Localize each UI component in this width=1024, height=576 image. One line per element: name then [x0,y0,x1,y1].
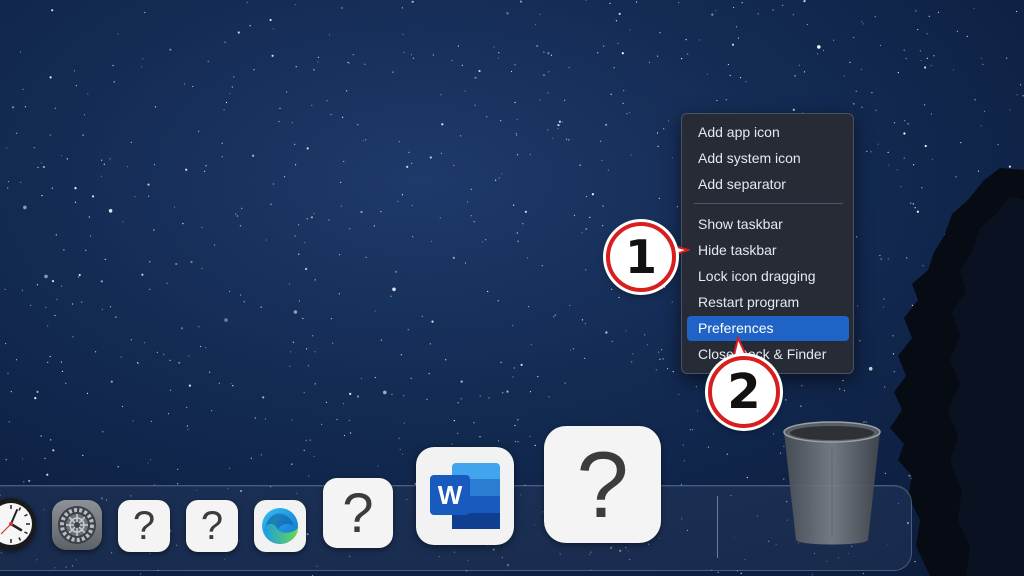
menu-item-hide-taskbar[interactable]: Hide taskbar [687,238,849,263]
menu-item-lock-icon-dragging[interactable]: Lock icon dragging [687,264,849,289]
menu-item-close-dock-finder[interactable]: Close Dock & Finder [687,342,849,367]
edge-logo-icon [262,508,298,544]
step-number-2: 2 [727,364,761,420]
menu-item-add-system-icon[interactable]: Add system icon [687,146,849,171]
unknown-app-icon[interactable]: ? [186,500,238,552]
unknown-app-icon[interactable]: ? [118,500,170,552]
step-number-1: 1 [624,230,657,284]
trash-can-graphic [783,421,881,545]
menu-item-preferences[interactable]: Preferences [687,316,849,341]
system-preferences-icon[interactable] [52,500,102,550]
context-menu: Add app icon Add system icon Add separat… [681,113,854,374]
menu-item-add-separator[interactable]: Add separator [687,172,849,197]
question-mark-icon: ? [342,481,374,544]
unknown-app-icon[interactable]: ? [544,426,661,543]
menu-separator [694,203,843,204]
clock-app-icon[interactable] [0,498,36,550]
menu-item-add-app-icon[interactable]: Add app icon [687,120,849,145]
desktop: ? ? ? W ? Add app icon Add system icon A… [0,0,1024,576]
microsoft-word-icon[interactable]: W [416,447,514,545]
gear-icon [58,506,96,544]
question-mark-icon: ? [132,504,156,548]
menu-item-restart-program[interactable]: Restart program [687,290,849,315]
unknown-app-icon[interactable]: ? [323,478,393,548]
clock-face-icon [0,503,32,545]
question-mark-icon: ? [200,504,224,548]
step-callout-1: 1 [606,222,676,292]
dock-separator [717,496,718,558]
trash-icon[interactable] [776,416,888,552]
menu-item-show-taskbar[interactable]: Show taskbar [687,212,849,237]
word-letter: W [437,480,463,510]
question-mark-icon: ? [576,431,629,537]
step-callout-2: 2 [708,356,780,428]
microsoft-edge-icon[interactable] [254,500,306,552]
